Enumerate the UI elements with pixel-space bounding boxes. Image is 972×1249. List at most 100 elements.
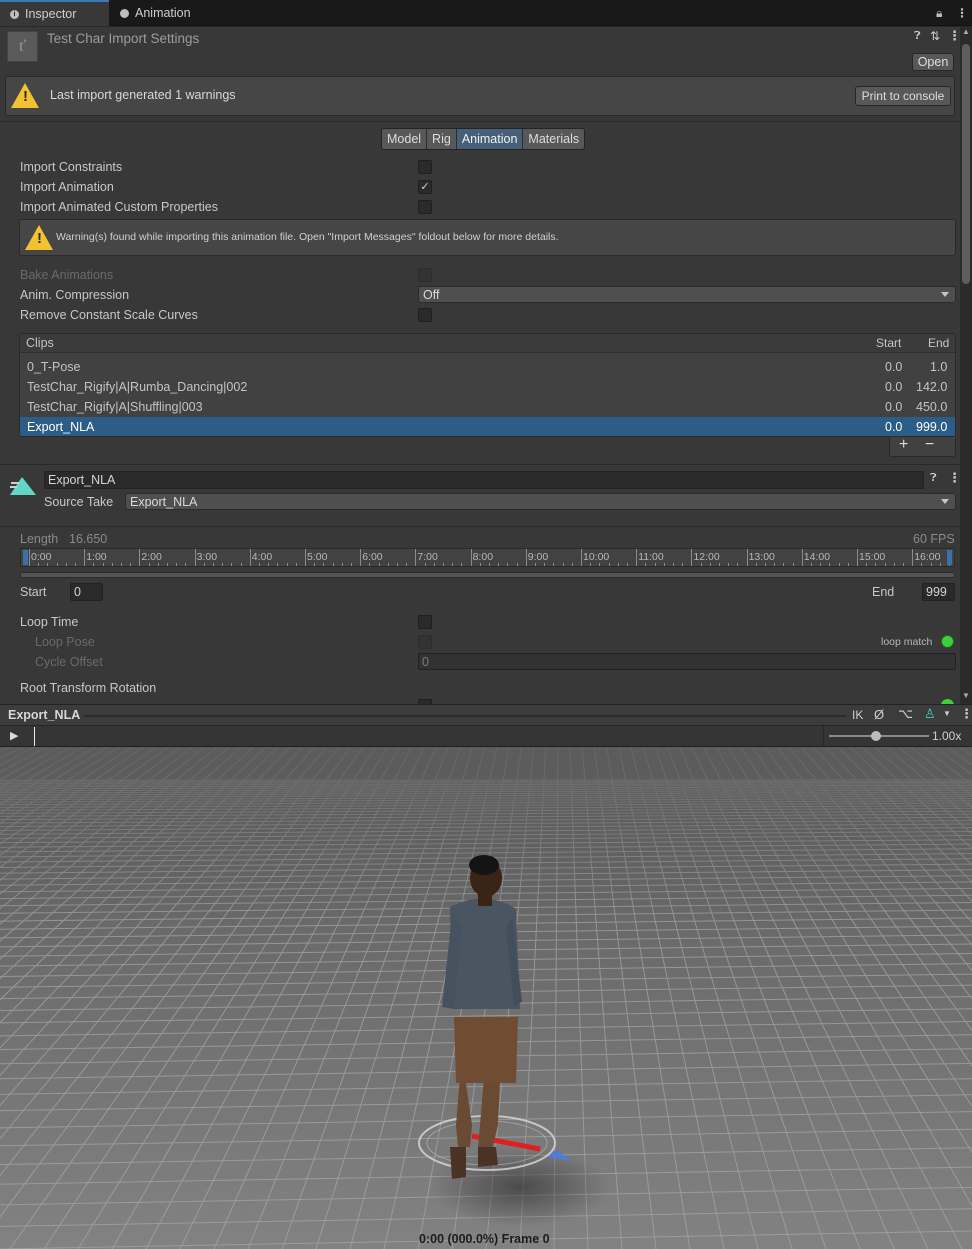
- animation-warning-box: ! Warning(s) found while importing this …: [19, 219, 956, 256]
- scroll-up-icon[interactable]: ▲: [962, 27, 970, 36]
- lock-icon[interactable]: 🔒︎: [936, 6, 942, 21]
- timeline-minor-tick: [811, 563, 812, 566]
- loop-pose-checkbox[interactable]: [418, 635, 432, 649]
- timeline-label: 7:00: [417, 551, 438, 563]
- tab-animation[interactable]: Animation: [110, 0, 201, 26]
- timeline-range-bar[interactable]: [20, 572, 955, 578]
- window-tab-bar: i Inspector Animation 🔒︎ ⋮: [0, 0, 972, 26]
- clip-name: 0_T-Pose: [27, 360, 81, 374]
- context-menu-icon[interactable]: ⋮: [960, 706, 972, 722]
- timeline-minor-tick: [102, 563, 104, 566]
- tab-inspector[interactable]: i Inspector: [0, 0, 109, 26]
- preview-status: 0:00 (000.0%) Frame 0: [419, 1232, 550, 1246]
- add-clip-button[interactable]: +: [899, 436, 908, 454]
- length-value: 16.650: [69, 532, 108, 546]
- avatar-icon[interactable]: ♙: [924, 706, 936, 722]
- clips-header-end: End: [928, 336, 950, 350]
- cycle-offset-field[interactable]: 0: [418, 653, 956, 670]
- clip-name-field[interactable]: Export_NLA: [44, 471, 924, 489]
- remove-clip-button[interactable]: −: [925, 436, 934, 454]
- clip-add-remove: + −: [889, 436, 956, 457]
- clip-row-selected[interactable]: Export_NLA 0.0 999.0: [20, 417, 955, 436]
- animation-clip-icon: [10, 477, 36, 495]
- timeline-minor-tick: [829, 563, 831, 566]
- remove-scale-curves-checkbox[interactable]: [418, 308, 432, 322]
- clips-header-name: Clips: [26, 336, 54, 350]
- anim-compression-dropdown[interactable]: Off: [418, 286, 956, 303]
- scroll-down-icon[interactable]: ▼: [962, 691, 970, 700]
- remove-scale-curves-label: Remove Constant Scale Curves: [20, 308, 198, 322]
- timeline-minor-tick: [866, 563, 868, 566]
- chevron-down-icon[interactable]: ▼: [943, 709, 951, 718]
- timeline-minor-tick: [185, 563, 187, 566]
- print-to-console-button[interactable]: Print to console: [855, 86, 951, 106]
- ik-toggle[interactable]: IK: [852, 708, 863, 722]
- timeline-major-tick: [305, 549, 306, 566]
- clip-end: 999.0: [916, 420, 948, 434]
- preview-drag-handle[interactable]: [84, 715, 846, 717]
- context-menu-icon[interactable]: ⋮: [948, 470, 960, 486]
- timeline-minor-tick: [792, 563, 794, 566]
- help-icon[interactable]: ❓︎: [930, 472, 937, 485]
- more-menu-icon[interactable]: ⋮: [956, 6, 968, 20]
- bake-animations-checkbox[interactable]: [418, 268, 432, 282]
- timeline-minor-tick: [507, 563, 509, 566]
- clip-end: 1.0: [930, 360, 948, 374]
- end-marker[interactable]: [947, 550, 952, 565]
- clip-timeline[interactable]: 0:00 1:00 2:00 3:00 4:00 5:00 6:00 7:00 8:00 9:00…: [20, 548, 955, 567]
- timeline-minor-tick: [875, 563, 877, 566]
- start-marker[interactable]: [23, 550, 28, 565]
- tab-model[interactable]: Model: [382, 129, 428, 149]
- timeline-minor-tick: [535, 563, 536, 566]
- model-file-icon: ť: [7, 31, 38, 62]
- pivot-icon[interactable]: ⌥: [898, 706, 913, 722]
- timeline-label: 5:00: [307, 551, 328, 563]
- chevron-down-icon: [941, 499, 949, 504]
- timeline-minor-tick: [433, 563, 435, 566]
- timeline-major-tick: [194, 549, 196, 566]
- timeline-minor-tick: [489, 563, 490, 566]
- scrollbar-thumb[interactable]: [962, 44, 970, 284]
- source-take-dropdown[interactable]: Export_NLA: [125, 493, 956, 510]
- mirror-icon[interactable]: Ø: [874, 707, 884, 722]
- divider: [823, 726, 824, 747]
- preview-toolbar: Export_NLA IK Ø ⌥ ♙ ▼ ⋮: [0, 704, 972, 726]
- timeline-minor-tick: [571, 563, 573, 566]
- tab-animation-settings[interactable]: Animation: [456, 129, 524, 149]
- speed-slider-thumb[interactable]: [871, 731, 881, 741]
- clip-row[interactable]: TestChar_Rigify|A|Rumba_Dancing|002 0.0 …: [20, 377, 955, 397]
- context-menu-icon[interactable]: ⋮: [948, 28, 960, 44]
- animation-preview-viewport[interactable]: 0:00 (000.0%) Frame 0: [0, 747, 972, 1249]
- timeline-major-tick: [249, 549, 251, 566]
- clip-row[interactable]: TestChar_Rigify|A|Shuffling|003 0.0 450.…: [20, 397, 955, 417]
- anim-compression-value: Off: [423, 287, 440, 302]
- timeline-minor-tick: [387, 563, 389, 566]
- timeline-minor-tick: [617, 563, 619, 566]
- help-icon[interactable]: ❓︎: [914, 30, 921, 43]
- timeline-minor-tick: [654, 563, 656, 566]
- tab-rig[interactable]: Rig: [427, 129, 457, 149]
- clip-row[interactable]: 0_T-Pose 0.0 1.0: [20, 357, 955, 377]
- timeline-minor-tick: [627, 563, 628, 566]
- import-custom-properties-checkbox[interactable]: [418, 200, 432, 214]
- timeline-label: 16:00: [914, 551, 941, 563]
- timeline-minor-tick: [709, 563, 711, 566]
- source-take-value: Export_NLA: [130, 494, 198, 509]
- tab-materials[interactable]: Materials: [523, 129, 585, 149]
- end-field[interactable]: 999: [922, 583, 955, 601]
- import-animation-checkbox[interactable]: ✓: [418, 180, 432, 194]
- loop-time-checkbox[interactable]: [418, 615, 432, 629]
- timeline-minor-tick: [645, 563, 647, 566]
- end-label: End: [872, 585, 895, 599]
- timeline-label: 6:00: [362, 551, 383, 563]
- start-field[interactable]: 0: [70, 583, 103, 601]
- preset-icon[interactable]: ⇅: [930, 29, 940, 43]
- open-button[interactable]: Open: [912, 53, 954, 71]
- timeline-minor-tick: [700, 563, 702, 566]
- playhead[interactable]: [34, 727, 35, 746]
- play-icon[interactable]: ▶: [10, 729, 18, 742]
- import-mode-tabs: Model Rig Animation Materials: [381, 128, 586, 150]
- timeline-minor-tick: [424, 563, 426, 566]
- import-constraints-checkbox[interactable]: [418, 160, 432, 174]
- timeline-minor-tick: [176, 563, 178, 566]
